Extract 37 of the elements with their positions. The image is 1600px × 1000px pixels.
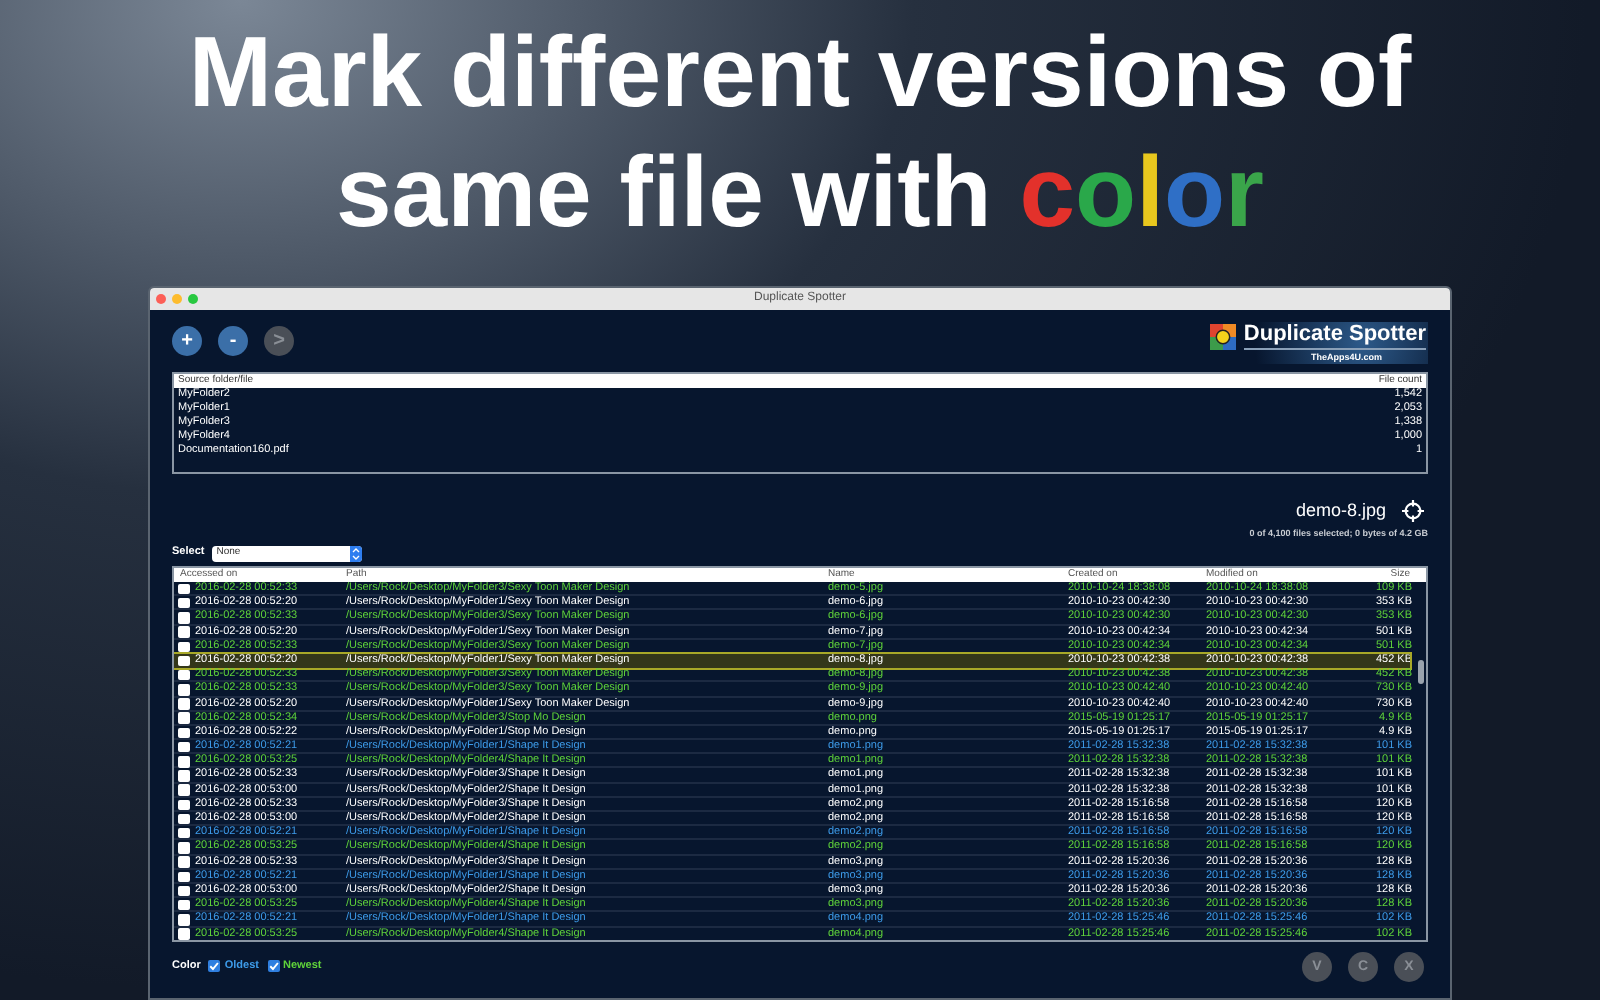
checkbox[interactable] bbox=[178, 928, 189, 940]
checkbox[interactable] bbox=[178, 626, 189, 638]
file-name: demo-8.jpg bbox=[1295, 500, 1386, 522]
checkbox[interactable] bbox=[178, 741, 189, 753]
checkbox[interactable] bbox=[178, 698, 189, 710]
checkbox[interactable] bbox=[178, 914, 189, 926]
headline: Mark different versions of bbox=[188, 14, 1412, 132]
checkbox[interactable] bbox=[178, 827, 189, 839]
checkbox[interactable] bbox=[178, 684, 189, 696]
checkbox[interactable] bbox=[208, 960, 221, 972]
checkbox[interactable] bbox=[178, 612, 189, 624]
toolbar-button[interactable]: - bbox=[218, 326, 248, 356]
dropdown-arrows-icon bbox=[350, 545, 363, 561]
checkbox[interactable] bbox=[178, 727, 189, 739]
checkbox[interactable] bbox=[178, 583, 189, 595]
checkbox[interactable] bbox=[178, 655, 189, 667]
checkbox[interactable] bbox=[178, 899, 189, 911]
checkbox[interactable] bbox=[267, 960, 279, 972]
toolbar-button[interactable]: + bbox=[172, 326, 202, 356]
checkbox[interactable] bbox=[178, 871, 189, 882]
checkbox[interactable] bbox=[178, 813, 189, 825]
checkbox[interactable] bbox=[178, 756, 189, 767]
headline: same file with color bbox=[335, 134, 1265, 252]
logo-title: Duplicate Spotter bbox=[1243, 322, 1426, 350]
checkbox[interactable] bbox=[178, 784, 189, 796]
checkbox[interactable] bbox=[178, 597, 189, 609]
crosshair-icon[interactable] bbox=[1402, 500, 1424, 522]
checkbox[interactable] bbox=[178, 799, 189, 811]
checkbox[interactable] bbox=[178, 885, 189, 897]
checkbox[interactable] bbox=[178, 842, 189, 854]
checkbox[interactable] bbox=[178, 669, 189, 681]
checkbox[interactable] bbox=[178, 770, 189, 782]
checkbox[interactable] bbox=[178, 712, 189, 724]
checkbox[interactable] bbox=[178, 856, 189, 868]
logo-icon bbox=[1209, 323, 1236, 349]
scrollbar[interactable] bbox=[1418, 660, 1424, 684]
checkbox[interactable] bbox=[178, 641, 189, 652]
